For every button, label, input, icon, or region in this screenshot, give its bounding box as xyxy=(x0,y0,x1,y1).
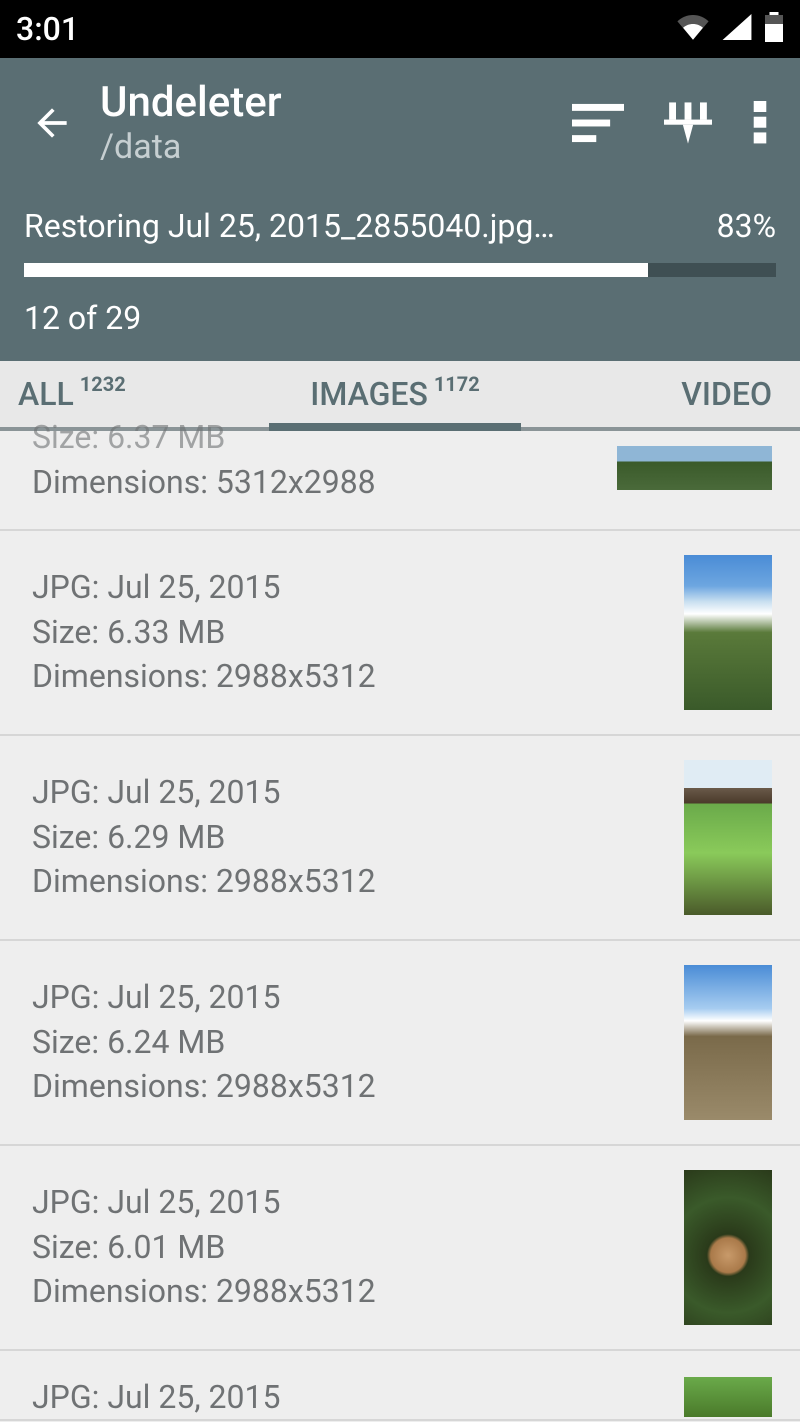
tab-video-label: VIDEO xyxy=(681,375,772,413)
thumbnail-image xyxy=(684,760,772,915)
file-list[interactable]: Size: 6.37 MBDimensions: 5312x2988 JPG: J… xyxy=(0,431,800,1421)
status-icons xyxy=(676,12,784,46)
app-subtitle: /data xyxy=(100,127,572,167)
tab-images-count: 1172 xyxy=(434,372,480,396)
tab-all-label: ALL xyxy=(18,375,74,413)
overflow-menu-button[interactable] xyxy=(752,101,768,145)
app-bar: Undeleter /data xyxy=(0,58,800,177)
item-size-clipped: Size: 6.37 MB xyxy=(32,415,376,460)
item-type-date: JPG: Jul 25, 2015 xyxy=(32,770,376,815)
list-item[interactable]: JPG: Jul 25, 2015Size: 6.33 MBDimensions… xyxy=(0,531,800,736)
item-size: Size: 6.29 MB xyxy=(32,815,376,860)
item-size: Size: 6.24 MB xyxy=(32,1020,376,1065)
list-item-text: JPG: Jul 25, 2015Size: 6.33 MBDimensions… xyxy=(32,565,376,699)
item-dimensions: Dimensions: 2988x5312 xyxy=(32,859,376,904)
app-bar-titles: Undeleter /data xyxy=(100,78,572,167)
thumbnail-image xyxy=(617,446,772,490)
cellular-icon xyxy=(722,14,752,44)
tab-all-count: 1232 xyxy=(80,372,126,396)
app-title: Undeleter xyxy=(100,78,572,127)
wifi-icon xyxy=(676,14,710,44)
list-item-text: JPG: Jul 25, 2015Size: 6.29 MBDimensions… xyxy=(32,770,376,904)
thumbnail-image xyxy=(684,1170,772,1325)
list-item[interactable]: JPG: Jul 25, 2015Size: 6.29 MBDimensions… xyxy=(0,736,800,941)
progress-panel: Restoring Jul 25, 2015_2855040.jpg… 83% … xyxy=(0,177,800,361)
progress-bar xyxy=(24,263,776,277)
item-dimensions: Dimensions: 2988x5312 xyxy=(32,654,376,699)
item-size: Size: 6.01 MB xyxy=(32,1225,376,1270)
list-item[interactable]: JPG: Jul 25, 2015Size: 6.24 MBDimensions… xyxy=(0,941,800,1146)
back-button[interactable] xyxy=(24,101,80,145)
tab-video[interactable]: VIDEO xyxy=(521,361,800,427)
item-type-date: JPG: Jul 25, 2015 xyxy=(32,1375,280,1420)
thumbnail-image xyxy=(684,555,772,710)
battery-icon xyxy=(764,12,784,46)
item-size: Size: 6.33 MB xyxy=(32,610,376,655)
list-item[interactable]: JPG: Jul 25, 2015Size: 6.01 MBDimensions… xyxy=(0,1146,800,1351)
filter-button[interactable] xyxy=(664,99,712,147)
list-item-text: JPG: Jul 25, 2015Size: 6.24 MBDimensions… xyxy=(32,975,376,1109)
list-item-text: Size: 6.37 MBDimensions: 5312x2988 xyxy=(32,431,376,505)
list-item[interactable]: Size: 6.37 MBDimensions: 5312x2988 xyxy=(0,431,800,531)
progress-bar-fill xyxy=(24,263,648,277)
status-bar: 3:01 xyxy=(0,0,800,58)
item-type-date: JPG: Jul 25, 2015 xyxy=(32,565,376,610)
item-dimensions: Dimensions: 5312x2988 xyxy=(32,460,376,505)
item-type-date: JPG: Jul 25, 2015 xyxy=(32,1180,376,1225)
thumbnail-image xyxy=(684,965,772,1120)
sort-button[interactable] xyxy=(572,103,624,143)
list-item-text: JPG: Jul 25, 2015 xyxy=(32,1375,280,1420)
list-item-text: JPG: Jul 25, 2015Size: 6.01 MBDimensions… xyxy=(32,1180,376,1314)
thumbnail-image xyxy=(684,1377,772,1417)
tab-images-label: IMAGES xyxy=(310,375,428,413)
item-dimensions: Dimensions: 2988x5312 xyxy=(32,1269,376,1314)
progress-count: 12 of 29 xyxy=(24,299,776,337)
item-type-date: JPG: Jul 25, 2015 xyxy=(32,975,376,1020)
item-dimensions: Dimensions: 2988x5312 xyxy=(32,1064,376,1109)
status-time: 3:01 xyxy=(16,10,79,48)
progress-percent: 83% xyxy=(717,207,776,245)
progress-label: Restoring Jul 25, 2015_2855040.jpg… xyxy=(24,207,555,245)
list-item[interactable]: JPG: Jul 25, 2015 xyxy=(0,1351,800,1422)
